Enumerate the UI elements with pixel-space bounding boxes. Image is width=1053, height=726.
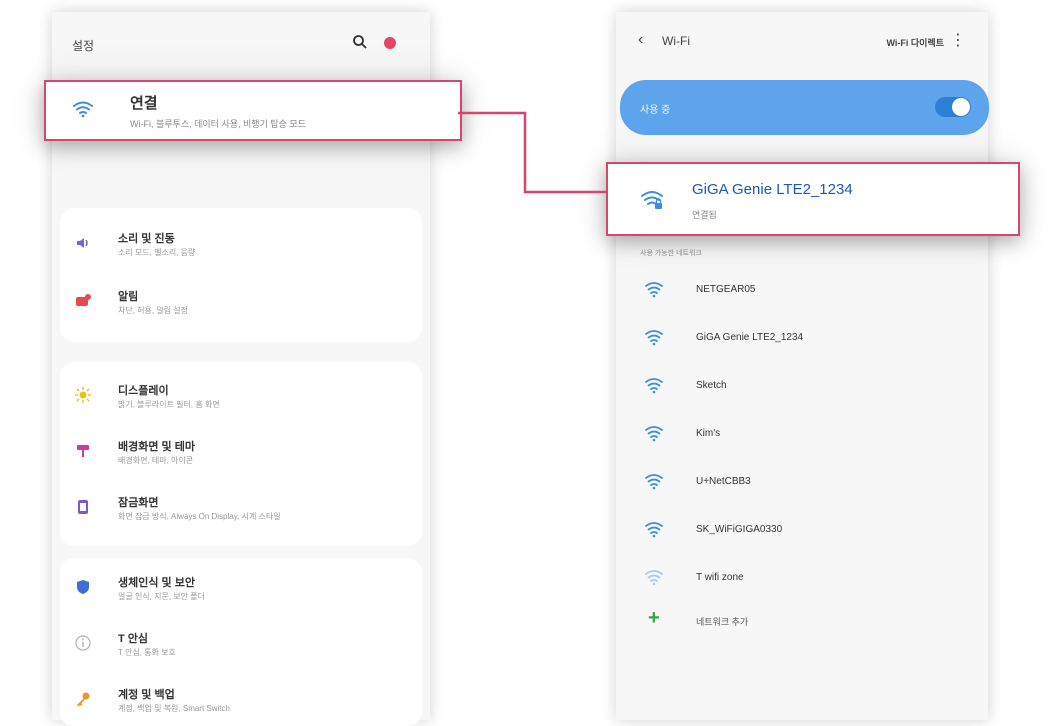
connector-line xyxy=(458,111,606,194)
